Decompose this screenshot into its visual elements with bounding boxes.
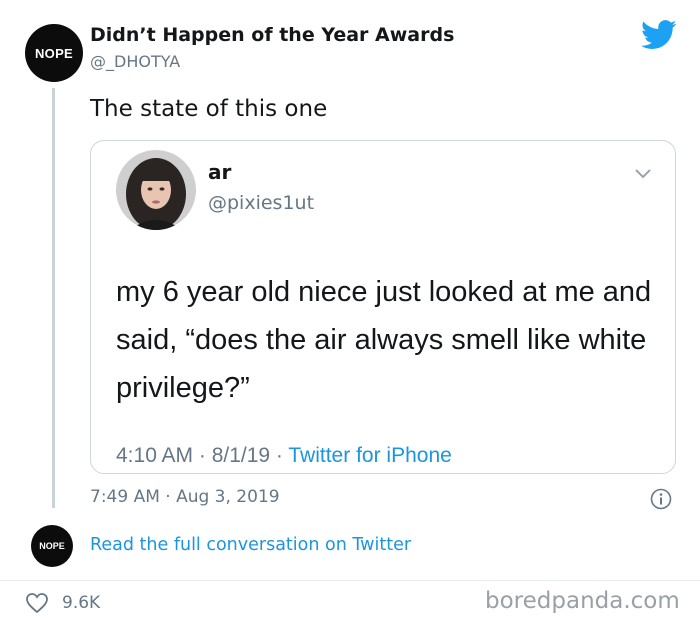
small-avatar-text: NOPE [39, 541, 65, 551]
quoted-tweet-time: 4:10 AM · 8/1/19 · [116, 444, 289, 467]
small-avatar[interactable]: NOPE [31, 525, 73, 567]
divider [0, 580, 700, 581]
quoted-author-handle[interactable]: @pixies1ut [208, 192, 314, 214]
author-name[interactable]: Didn’t Happen of the Year Awards [90, 24, 454, 46]
read-conversation-link[interactable]: Read the full conversation on Twitter [90, 535, 411, 555]
quoted-tweet-meta: 4:10 AM · 8/1/19 · Twitter for iPhone [116, 444, 452, 468]
twitter-bird-icon[interactable] [641, 20, 677, 50]
tweet-timestamp[interactable]: 7:49 AM · Aug 3, 2019 [90, 487, 280, 507]
quoted-author-avatar[interactable] [116, 150, 196, 230]
heart-icon[interactable] [25, 592, 49, 614]
quoted-avatar-image [116, 150, 196, 230]
chevron-down-icon[interactable] [634, 168, 652, 180]
info-icon[interactable] [650, 488, 672, 510]
watermark: boredpanda.com [485, 588, 680, 614]
author-avatar[interactable]: NOPE [25, 24, 83, 82]
thread-line [52, 88, 55, 508]
tweet-text: The state of this one [90, 96, 328, 122]
author-handle[interactable]: @_DHOTYA [90, 52, 180, 71]
author-avatar-text: NOPE [34, 45, 74, 61]
quoted-author-name[interactable]: ar [208, 160, 231, 184]
quoted-tweet-body: my 6 year old niece just looked at me an… [116, 276, 652, 404]
quoted-tweet-source[interactable]: Twitter for iPhone [288, 444, 451, 467]
like-count[interactable]: 9.6K [62, 593, 100, 613]
